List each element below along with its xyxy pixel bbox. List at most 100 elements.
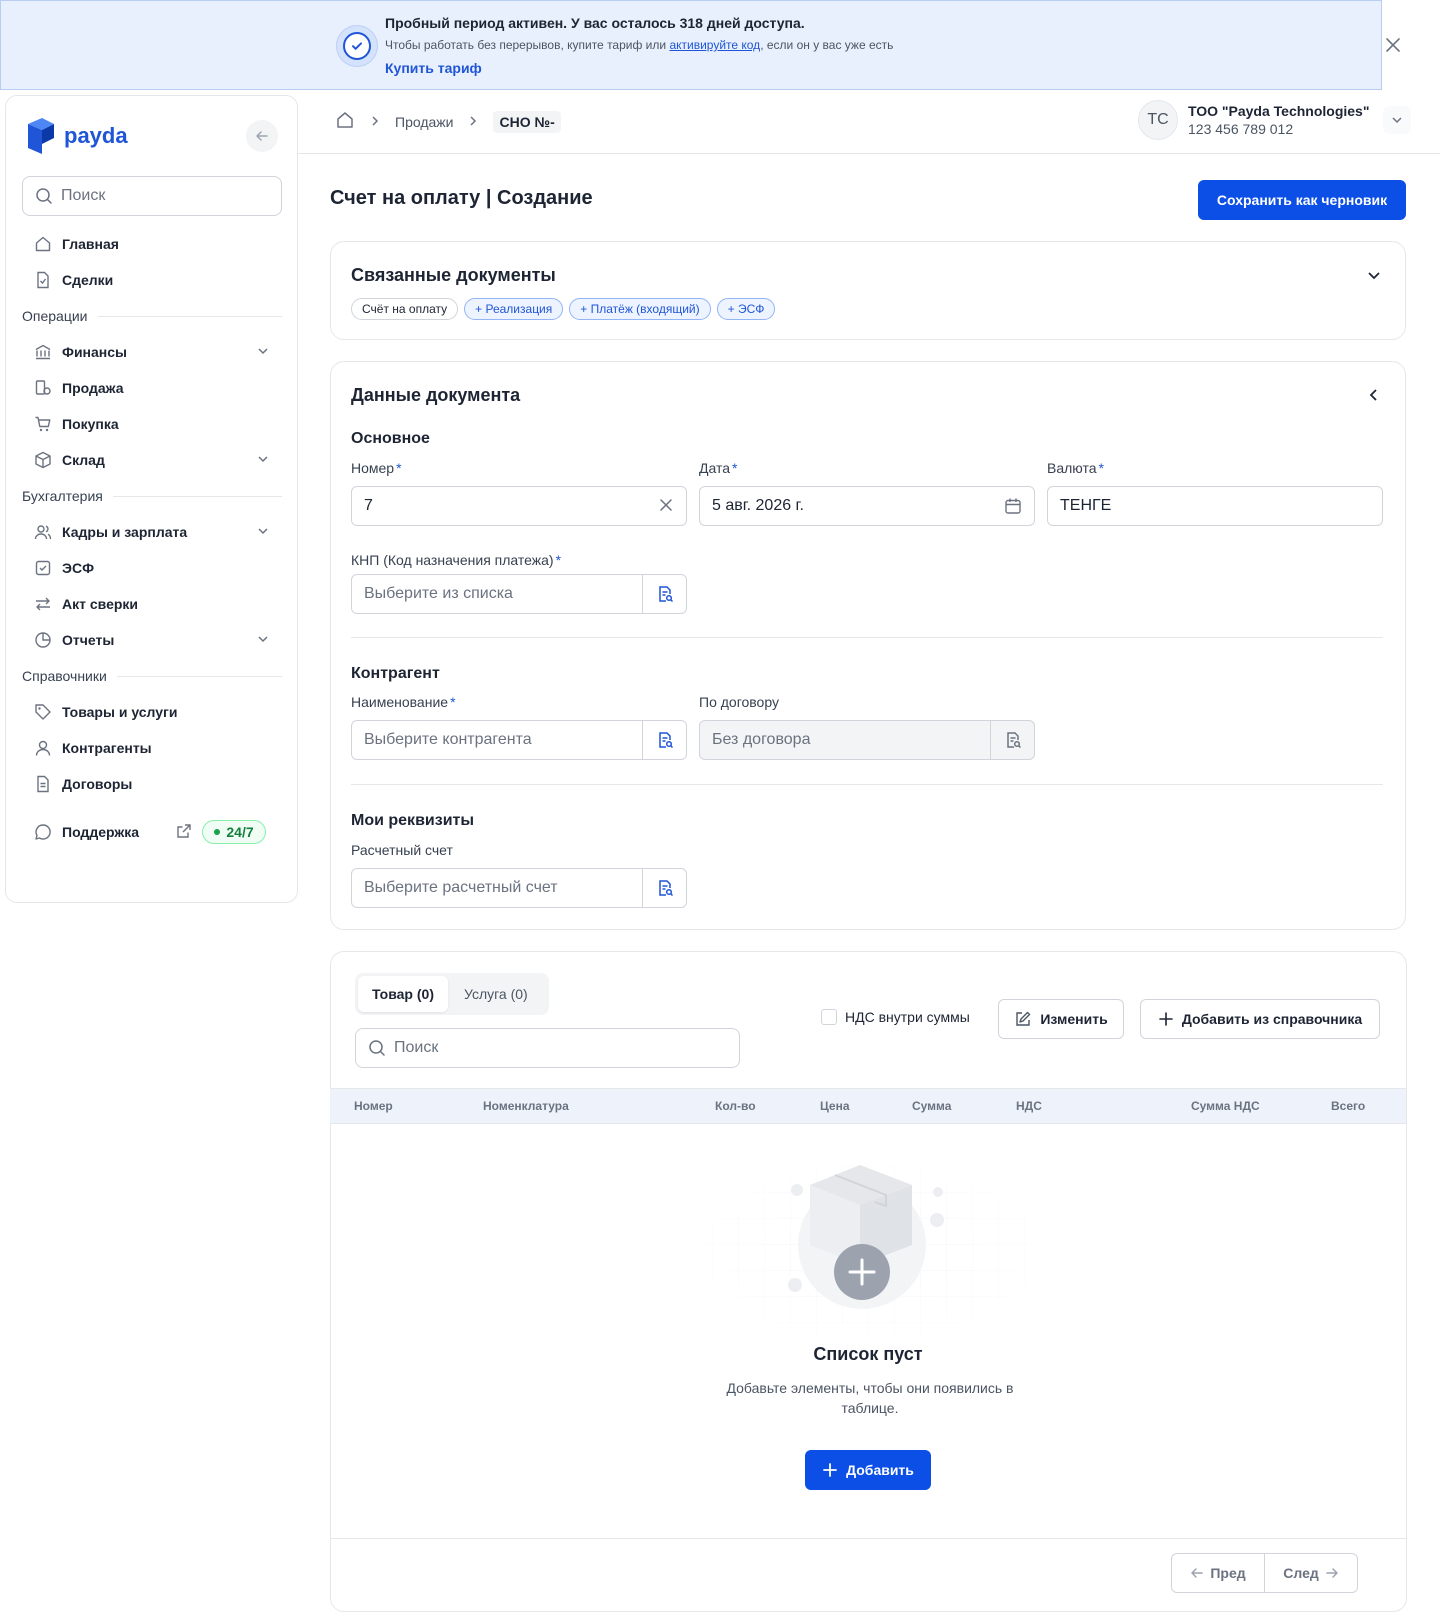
sidebar-item-reconciliation[interactable]: Акт сверки xyxy=(22,586,282,622)
sidebar-item-esf[interactable]: ЭСФ xyxy=(22,550,282,586)
related-documents-title: Связанные документы xyxy=(351,265,556,285)
users-icon xyxy=(34,523,52,541)
user-icon xyxy=(34,739,52,757)
chip-add-esf[interactable]: + ЭСФ xyxy=(716,298,776,320)
clear-icon[interactable] xyxy=(658,497,674,518)
sidebar-item-reports[interactable]: Отчеты xyxy=(22,622,282,658)
sidebar-item-hr[interactable]: Кадры и зарплата xyxy=(22,514,282,550)
edit-button[interactable]: Изменить xyxy=(998,999,1124,1039)
account-label: Расчетный счет xyxy=(351,842,453,858)
search-icon xyxy=(36,188,52,204)
activate-code-link[interactable]: активируйте код xyxy=(669,38,760,52)
empty-state-title: Список пуст xyxy=(813,1344,923,1364)
add-from-reference-button[interactable]: Добавить из справочника xyxy=(1140,999,1380,1039)
sidebar-item-warehouse[interactable]: Склад xyxy=(22,442,282,478)
number-input[interactable]: 7 xyxy=(351,486,687,526)
pie-chart-icon xyxy=(34,631,52,649)
breadcrumb-sales[interactable]: Продажи xyxy=(395,114,453,130)
chevron-down-icon[interactable] xyxy=(1383,106,1411,134)
contract-label: По договору xyxy=(699,694,779,710)
chevron-right-icon xyxy=(369,114,381,130)
date-label: Дата * xyxy=(699,460,738,476)
document-data-title: Данные документа xyxy=(351,385,521,405)
banner-text: Чтобы работать без перерывов, купите тар… xyxy=(385,38,894,52)
sidebar-item-contracts[interactable]: Договоры xyxy=(22,766,282,802)
document-icon xyxy=(34,775,52,793)
arrows-swap-icon xyxy=(34,595,52,613)
sidebar-group-references: Справочники xyxy=(22,658,282,694)
tab-services[interactable]: Услуга (0) xyxy=(450,976,542,1012)
lookup-list-icon[interactable] xyxy=(642,869,686,907)
save-draft-button[interactable]: Сохранить как черновик xyxy=(1198,180,1406,220)
logo-text: payda xyxy=(64,123,128,148)
goods-search-input[interactable]: Поиск xyxy=(355,1028,740,1068)
external-link-icon[interactable] xyxy=(176,823,192,842)
sidebar-item-purchase[interactable]: Покупка xyxy=(22,406,282,442)
knp-label: КНП (Код назначения платежа) * xyxy=(351,552,562,568)
home-icon[interactable] xyxy=(335,110,355,133)
vat-inside-checkbox[interactable]: НДС внутри суммы xyxy=(821,1009,970,1025)
logo[interactable]: payda xyxy=(26,116,128,156)
sidebar-item-support[interactable]: Поддержка 24/7 xyxy=(22,814,282,850)
arrow-right-icon xyxy=(1326,1568,1338,1578)
checkbox-icon[interactable] xyxy=(821,1009,837,1025)
payda-logo-icon xyxy=(28,118,54,154)
sidebar-item-finance[interactable]: Финансы xyxy=(22,334,282,370)
calendar-icon[interactable] xyxy=(1004,497,1022,520)
divider xyxy=(351,637,1383,638)
org-name: ТОО "Payda Technologies" xyxy=(1188,103,1370,119)
counterparty-name-label: Наименование * xyxy=(351,694,456,710)
support-badge: 24/7 xyxy=(202,820,266,844)
cart-icon xyxy=(34,415,52,433)
chip-add-realization[interactable]: + Реализация xyxy=(464,298,564,320)
collapse-chevron-icon[interactable] xyxy=(1365,266,1383,287)
lookup-list-icon[interactable] xyxy=(642,575,686,613)
counterparty-select[interactable]: Выберите контрагента xyxy=(351,720,687,760)
contract-select: Без договора xyxy=(699,720,1035,760)
check-circle-icon xyxy=(336,25,378,67)
plus-icon xyxy=(1159,1012,1173,1026)
chip-add-payment[interactable]: + Платёж (входящий) xyxy=(569,298,711,320)
pagination: Пред След xyxy=(1171,1553,1358,1593)
currency-select[interactable]: ТЕНГЕ xyxy=(1047,486,1383,526)
currency-label: Валюта * xyxy=(1047,460,1104,476)
sidebar-item-products[interactable]: Товары и услуги xyxy=(22,694,282,730)
prev-page-button[interactable]: Пред xyxy=(1172,1554,1264,1592)
table-header: Номер Номенклатура Кол-во Цена Сумма НДС… xyxy=(330,1088,1406,1124)
home-icon xyxy=(34,235,52,253)
collapse-sidebar-button[interactable] xyxy=(246,120,278,152)
lookup-list-icon[interactable] xyxy=(642,721,686,759)
date-input[interactable]: 5 авг. 2026 г. xyxy=(699,486,1035,526)
org-id: 123 456 789 012 xyxy=(1188,121,1294,137)
tab-goods[interactable]: Товар (0) xyxy=(358,976,448,1012)
chevron-down-icon xyxy=(256,344,270,361)
close-icon[interactable] xyxy=(1384,37,1402,55)
bank-icon xyxy=(34,343,52,361)
sidebar-item-home[interactable]: Главная xyxy=(22,226,282,262)
next-page-button[interactable]: След xyxy=(1264,1554,1357,1592)
banner-title: Пробный период активен. У вас осталось 3… xyxy=(385,15,805,31)
buy-plan-link[interactable]: Купить тариф xyxy=(385,60,482,76)
chip-invoice[interactable]: Счёт на оплату xyxy=(351,298,459,320)
breadcrumb: Продажи СНО №- xyxy=(335,110,561,133)
chevron-left-icon[interactable] xyxy=(1365,386,1383,407)
knp-select[interactable]: Выберите из списка xyxy=(351,574,687,614)
coins-icon xyxy=(34,379,52,397)
chevron-down-icon xyxy=(256,524,270,541)
related-chips: Счёт на оплату + Реализация + Платёж (вх… xyxy=(351,298,781,320)
goods-tabs: Товар (0) Услуга (0) xyxy=(355,973,549,1015)
account-select[interactable]: Выберите расчетный счет xyxy=(351,868,687,908)
sidebar-item-sales[interactable]: Продажа xyxy=(22,370,282,406)
empty-state-text: Добавьте элементы, чтобы они появились в… xyxy=(726,1380,1014,1416)
divider xyxy=(330,1538,1406,1539)
sidebar-item-deals[interactable]: Сделки xyxy=(22,262,282,298)
edit-icon xyxy=(1016,1011,1031,1026)
sidebar-item-counterparties[interactable]: Контрагенты xyxy=(22,730,282,766)
organization-switcher[interactable]: TC ТОО "Payda Technologies" 123 456 789 … xyxy=(1138,100,1369,140)
topbar: Продажи СНО №- TC ТОО "Payda Technologie… xyxy=(298,90,1440,154)
divider xyxy=(351,784,1383,785)
sidebar-nav: Главная Сделки Операции Финансы Продажа … xyxy=(22,226,282,802)
add-button[interactable]: Добавить xyxy=(805,1450,931,1490)
col-vat-sum: Сумма НДС xyxy=(1191,1099,1260,1113)
sidebar-search-input[interactable]: Поиск xyxy=(22,176,282,216)
